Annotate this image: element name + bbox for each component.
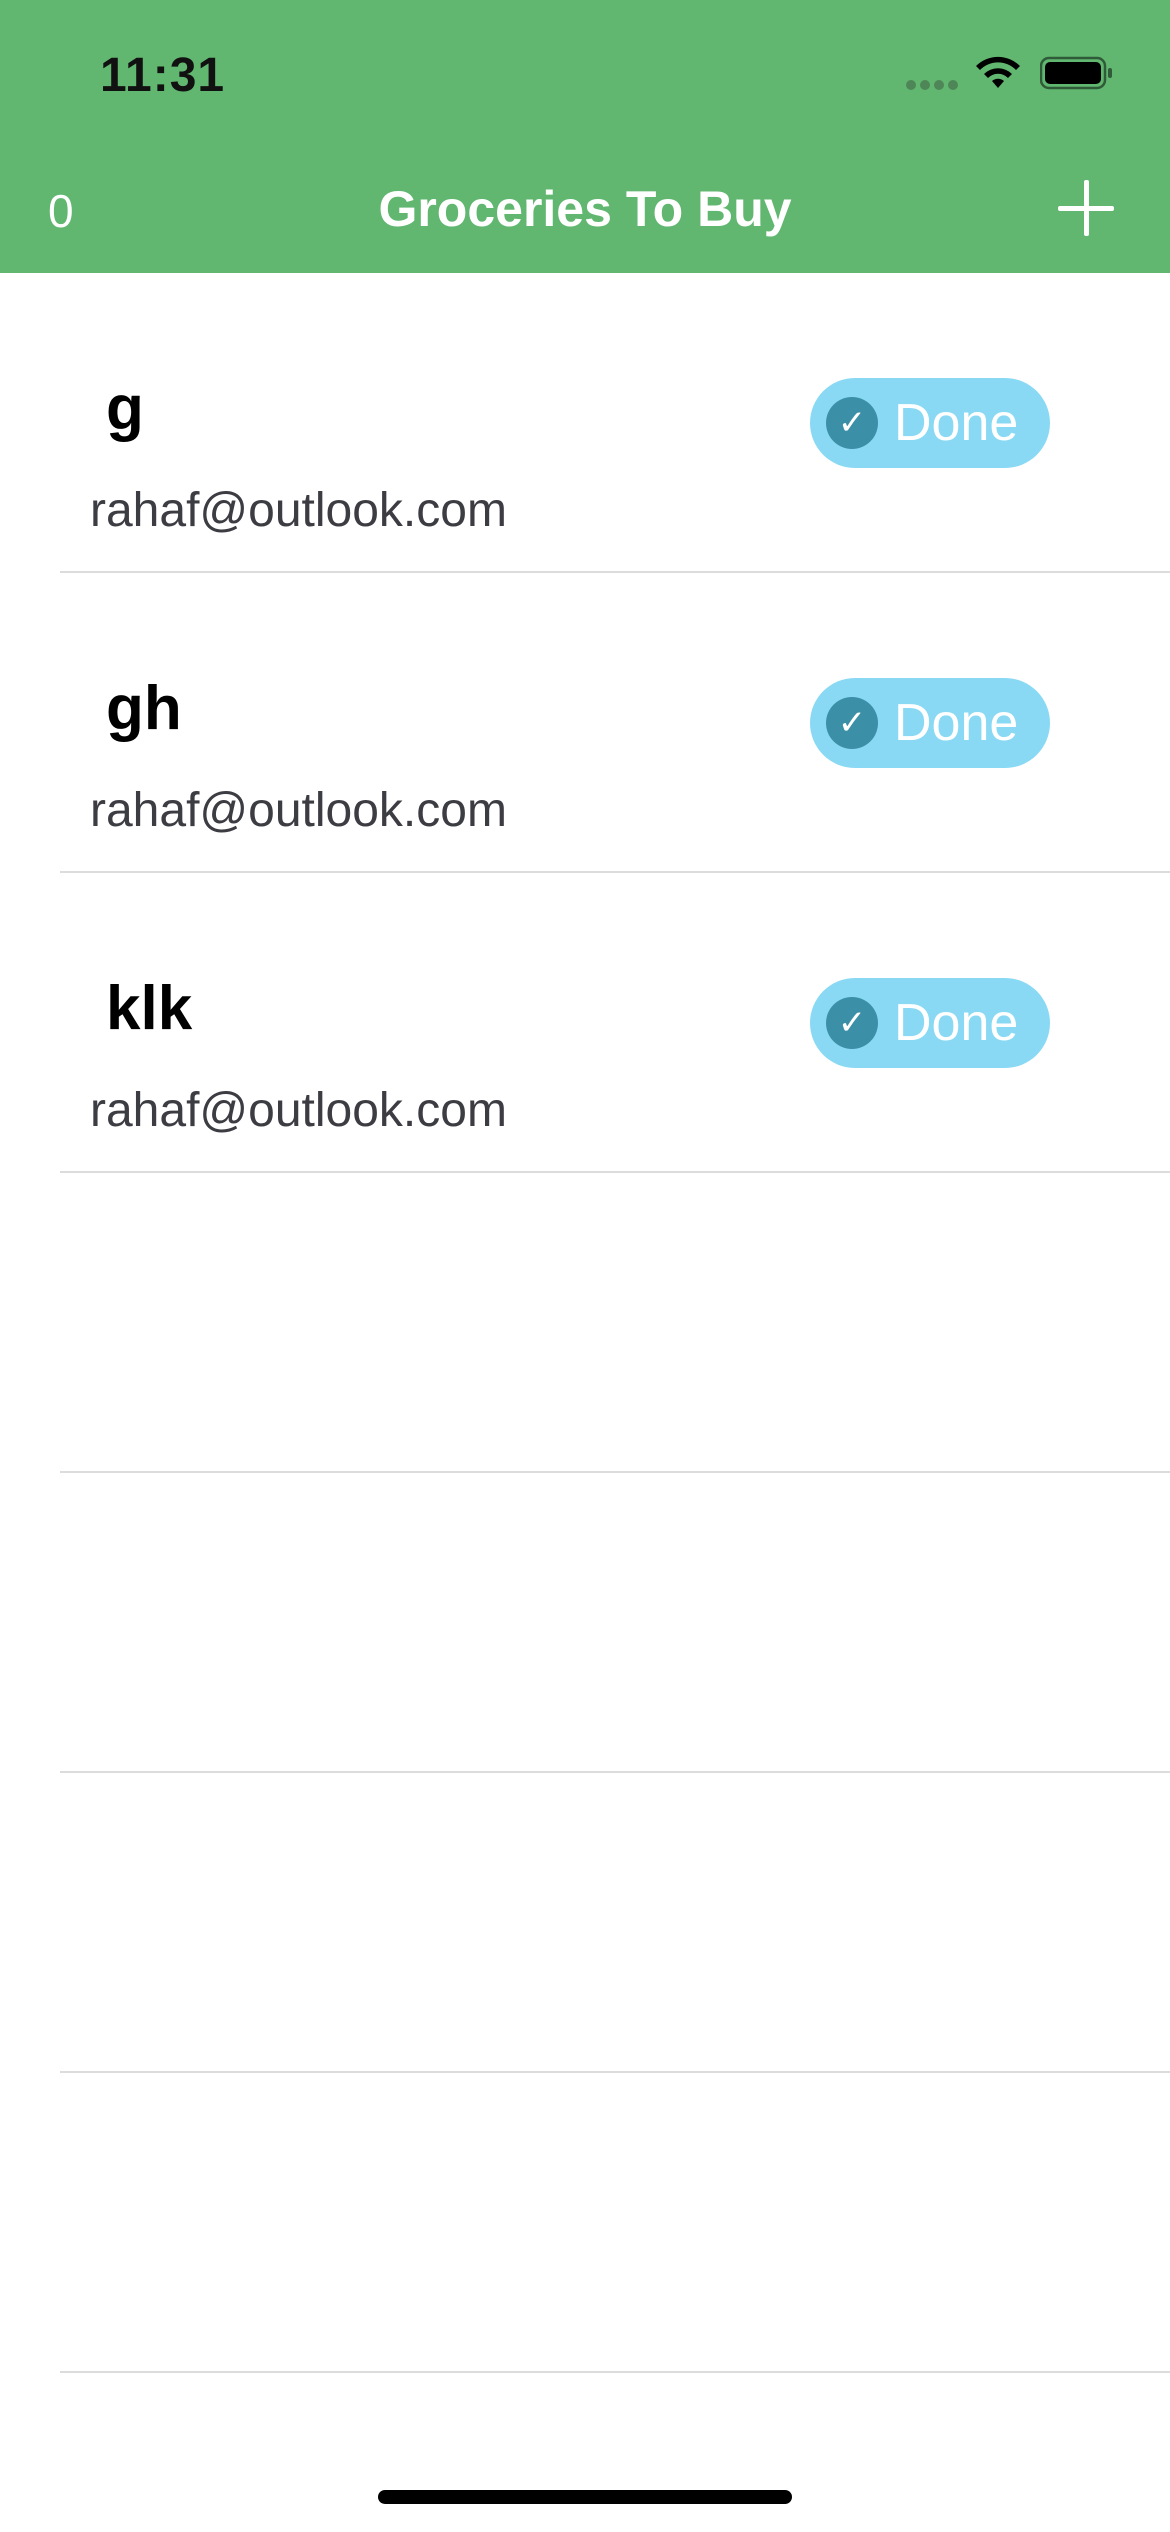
empty-row (60, 1173, 1170, 1473)
checkmark-icon: ✓ (826, 697, 878, 749)
home-indicator[interactable] (378, 2490, 792, 2504)
list-item[interactable]: g rahaf@outlook.com ✓ Done (60, 273, 1170, 573)
wifi-icon (976, 56, 1020, 88)
done-label: Done (894, 694, 1019, 752)
grocery-list: g rahaf@outlook.com ✓ Done gh rahaf@outl… (0, 273, 1170, 2373)
add-item-button[interactable] (1058, 180, 1114, 236)
done-label: Done (894, 994, 1019, 1052)
done-button[interactable]: ✓ Done (810, 678, 1050, 768)
item-title: gh (106, 674, 182, 743)
list-item[interactable]: gh rahaf@outlook.com ✓ Done (60, 573, 1170, 873)
done-button[interactable]: ✓ Done (810, 378, 1050, 468)
empty-row (60, 2073, 1170, 2373)
empty-row (60, 1773, 1170, 2073)
battery-icon (1040, 56, 1112, 90)
page-title: Groceries To Buy (378, 181, 792, 237)
empty-row (60, 1473, 1170, 1773)
item-title: klk (106, 974, 193, 1043)
item-email: rahaf@outlook.com (90, 484, 507, 537)
done-label: Done (894, 394, 1019, 452)
checkmark-icon: ✓ (826, 397, 878, 449)
item-title: g (106, 374, 144, 443)
item-email: rahaf@outlook.com (90, 784, 507, 837)
checkmark-icon: ✓ (826, 997, 878, 1049)
cellular-signal-icon (906, 80, 958, 92)
status-time: 11:31 (100, 49, 226, 102)
navigation-header: 11:31 0 Groceries To Buy (0, 0, 1170, 273)
done-button[interactable]: ✓ Done (810, 978, 1050, 1068)
list-item[interactable]: klk rahaf@outlook.com ✓ Done (60, 873, 1170, 1173)
item-email: rahaf@outlook.com (90, 1084, 507, 1137)
